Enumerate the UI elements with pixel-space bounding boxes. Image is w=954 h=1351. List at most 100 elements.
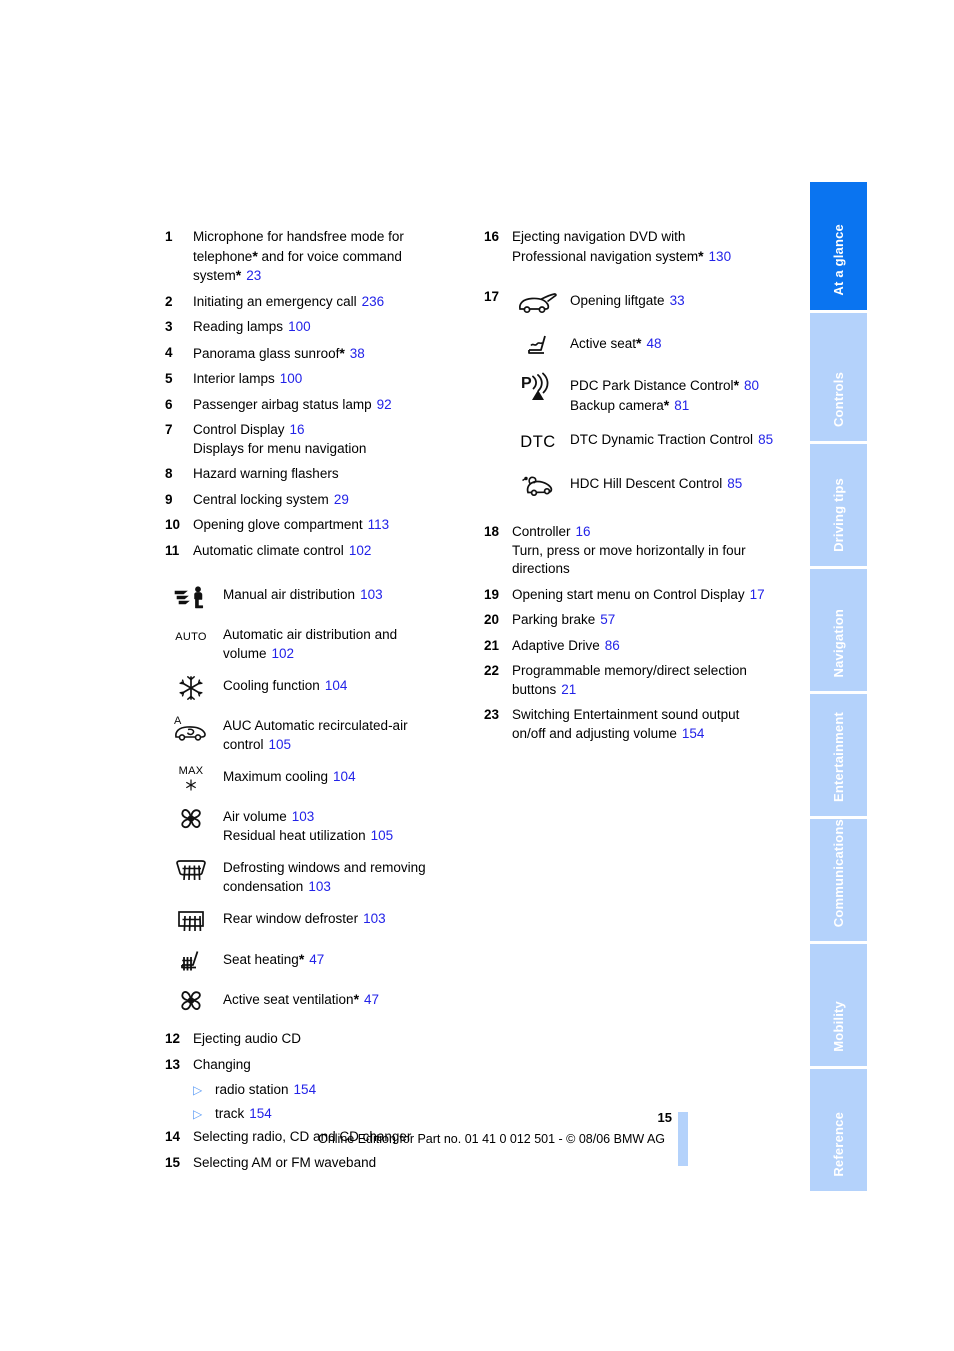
- page-ref[interactable]: 23: [246, 268, 261, 283]
- page-ref[interactable]: 17: [750, 587, 765, 602]
- item-subtext: directions: [512, 561, 570, 576]
- chapter-tab-strip: At a glance Controls Driving tips Naviga…: [810, 182, 867, 1191]
- page-ref[interactable]: 33: [670, 293, 685, 308]
- item-number: 6: [165, 396, 173, 412]
- item-body: Selecting AM or FM waveband: [193, 1154, 377, 1170]
- item-number: 8: [165, 466, 173, 481]
- list-item: 3 Reading lamps 100: [165, 318, 465, 337]
- footer-accent-bar: [678, 1112, 688, 1166]
- page-ref[interactable]: 100: [288, 319, 311, 334]
- page-ref[interactable]: 103: [292, 809, 315, 824]
- option-asterisk: *: [663, 396, 670, 413]
- item-number: 7: [165, 422, 173, 437]
- list-item: MAX Maximum cooling 104: [165, 764, 465, 794]
- seat-heating-icon: [165, 946, 217, 976]
- sidebar-item-navigation[interactable]: Navigation: [810, 569, 867, 691]
- triangle-bullet-icon: ▷: [193, 1083, 203, 1097]
- auto-text-icon: AUTO: [175, 630, 207, 643]
- page-ref[interactable]: 92: [377, 397, 392, 412]
- item-number: 23: [484, 707, 500, 722]
- list-item: Manual air distribution 103: [165, 582, 465, 612]
- item-body: AUC Automatic recirculated-air control 10…: [223, 718, 408, 752]
- fan-icon: [165, 804, 217, 834]
- item-number: 1: [165, 229, 173, 244]
- page-ref[interactable]: 57: [600, 612, 615, 627]
- page-ref[interactable]: 103: [308, 879, 331, 894]
- option-asterisk: *: [235, 267, 242, 283]
- sidebar-item-label: Mobility: [831, 1001, 846, 1052]
- page-ref[interactable]: 103: [360, 587, 383, 602]
- page-ref[interactable]: 105: [371, 828, 394, 843]
- page-ref[interactable]: 21: [561, 682, 576, 697]
- page-ref[interactable]: 38: [350, 346, 365, 361]
- page-ref[interactable]: 113: [368, 517, 390, 532]
- list-item: 23 Switching Entertainment sound output …: [484, 706, 794, 743]
- page-ref[interactable]: 85: [758, 432, 773, 447]
- page-ref[interactable]: 47: [364, 992, 379, 1007]
- list-item: Active seat* 48: [512, 330, 794, 360]
- page-ref[interactable]: 81: [674, 398, 689, 413]
- list-item: 15 Selecting AM or FM waveband: [165, 1154, 465, 1173]
- list-item: 21 Adaptive Drive 86: [484, 637, 794, 656]
- sidebar-item-label: Communications: [831, 818, 846, 927]
- page-ref[interactable]: 103: [363, 911, 386, 926]
- page-ref[interactable]: 86: [605, 638, 620, 653]
- list-item: 18 Controller 16 Turn, press or move hori…: [484, 523, 794, 579]
- item-body: Parking brake 57: [512, 612, 616, 627]
- sidebar-item-reference[interactable]: Reference: [810, 1069, 867, 1191]
- page-ref[interactable]: 48: [646, 336, 661, 351]
- sidebar-item-communications[interactable]: Communications: [810, 819, 867, 941]
- item-body: Interior lamps 100: [193, 371, 303, 386]
- page-ref[interactable]: 102: [349, 543, 372, 558]
- page-ref[interactable]: 16: [290, 422, 305, 437]
- dtc-text-icon: DTC: [520, 432, 556, 451]
- item-body: PDC Park Distance Control* 80 Backup came…: [570, 377, 760, 413]
- item-number: 19: [484, 586, 500, 602]
- page-ref[interactable]: 16: [576, 524, 591, 539]
- page-ref[interactable]: 29: [334, 492, 349, 507]
- item-body: Automatic air distribution and volume 102: [223, 627, 398, 661]
- page-ref[interactable]: 104: [333, 769, 356, 784]
- sidebar-item-at-a-glance[interactable]: At a glance: [810, 182, 867, 310]
- item-subtext: Turn, press or move horizontally in four: [512, 542, 746, 558]
- sidebar-item-entertainment[interactable]: Entertainment: [810, 694, 867, 816]
- option-asterisk: *: [339, 344, 345, 361]
- item-number: 11: [165, 542, 180, 558]
- item-number: 17: [484, 289, 500, 304]
- page-ref[interactable]: 100: [280, 371, 303, 386]
- page-ref[interactable]: 154: [682, 726, 705, 741]
- page-content: 1 Microphone for handsfree mode for tele…: [0, 0, 810, 1351]
- page-ref[interactable]: 105: [269, 737, 292, 752]
- page-ref[interactable]: 104: [325, 678, 348, 693]
- item-body: radio station 154: [215, 1082, 317, 1097]
- liftgate-icon: [512, 288, 564, 318]
- item-body: Opening liftgate 33: [512, 288, 794, 505]
- list-item: A AUC Automatic recirculated-air control…: [165, 713, 465, 754]
- page-ref[interactable]: 102: [272, 646, 295, 661]
- item-body: Active seat ventilation* 47: [223, 991, 380, 1007]
- item-number: 18: [484, 524, 500, 539]
- list-item: 16 Ejecting navigation DVD with Professi…: [484, 228, 794, 266]
- page-ref[interactable]: 80: [744, 378, 759, 393]
- list-item: 13 Changing: [165, 1056, 465, 1075]
- page-ref[interactable]: 236: [362, 294, 385, 309]
- climate-icon-list: Manual air distribution 103 AUTO Automati…: [165, 582, 465, 1016]
- item-body: Changing: [193, 1056, 251, 1072]
- item-number: 20: [484, 612, 500, 627]
- item-body: Cooling function 104: [223, 678, 348, 693]
- page-ref[interactable]: 85: [727, 476, 742, 491]
- sidebar-item-label: Controls: [831, 371, 846, 427]
- item-number: 15: [165, 1154, 181, 1170]
- sidebar-item-mobility[interactable]: Mobility: [810, 944, 867, 1066]
- item-body: Opening glove compartment 113: [193, 517, 390, 532]
- sidebar-item-controls[interactable]: Controls: [810, 313, 867, 441]
- page-ref[interactable]: 47: [309, 952, 324, 967]
- page-ref[interactable]: 130: [709, 249, 732, 264]
- item-body: Switching Entertainment sound output on/…: [512, 707, 740, 741]
- snowflake-icon: [165, 673, 217, 703]
- item-body: Central locking system 29: [193, 491, 349, 507]
- page-ref[interactable]: 154: [294, 1082, 317, 1097]
- item-body: Opening start menu on Control Display 17: [512, 586, 765, 602]
- sidebar-item-driving-tips[interactable]: Driving tips: [810, 444, 867, 566]
- list-item: AUTO Automatic air distribution and volu…: [165, 622, 465, 663]
